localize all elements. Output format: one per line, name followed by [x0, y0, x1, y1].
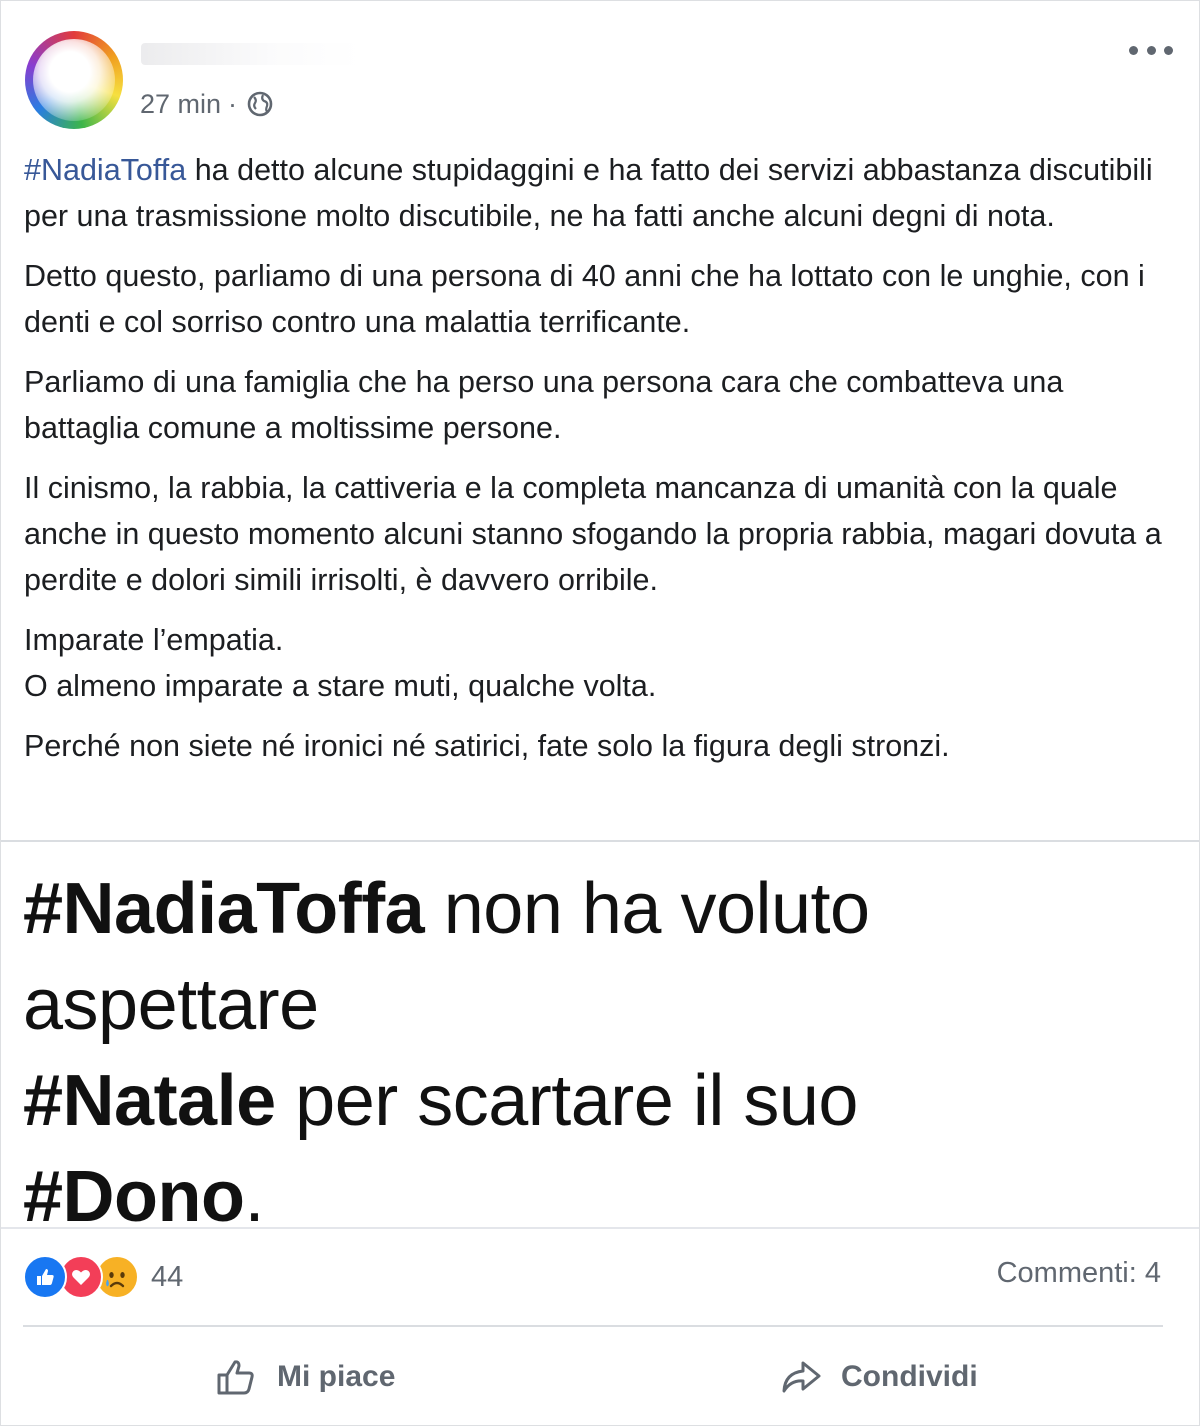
like-reaction-icon	[23, 1255, 67, 1299]
dot	[1129, 45, 1138, 55]
author-name-redacted[interactable]	[141, 43, 361, 65]
dot	[1164, 45, 1173, 55]
paragraph-text: ha detto alcune stupidaggini e ha fatto …	[24, 153, 1153, 233]
paragraph-line: Imparate l’empatia.	[24, 623, 284, 657]
divider	[1, 840, 1199, 842]
post-paragraph: Detto questo, parliamo di una persona di…	[24, 259, 1145, 339]
globe-icon[interactable]	[245, 89, 275, 119]
share-arrow-icon	[782, 1361, 821, 1393]
post-paragraph: Perché non siete né ironici né satirici,…	[24, 729, 950, 763]
image-text-part: .	[244, 1157, 264, 1237]
share-label: Condividi	[841, 1360, 978, 1393]
image-text-part: per scartare il suo	[275, 1061, 858, 1141]
avatar-blur	[33, 39, 115, 121]
divider	[23, 1325, 1163, 1327]
post-paragraph: Imparate l’empatia. O almeno imparate a s…	[24, 617, 1174, 709]
post-card: 27 min · #NadiaToffa ha detto alcune stu…	[0, 0, 1200, 1426]
image-hashtag: #Natale	[23, 1061, 276, 1141]
post-paragraph: Parliamo di una famiglia che ha perso un…	[24, 365, 1064, 445]
post-timestamp[interactable]: 27 min	[140, 89, 221, 120]
meta-separator: ·	[228, 88, 238, 119]
post-meta: 27 min ·	[140, 87, 275, 121]
share-button[interactable]: Condividi	[779, 1347, 978, 1407]
thumbs-up-icon	[217, 1360, 254, 1395]
hashtag-link[interactable]: #NadiaToffa	[24, 153, 186, 187]
dot	[1146, 45, 1156, 55]
paragraph-line: O almeno imparate a stare muti, qualche …	[24, 669, 657, 703]
more-options-icon[interactable]	[1129, 35, 1173, 65]
reactions-count[interactable]: 44	[151, 1261, 183, 1294]
post-image[interactable]: #NadiaToffa non ha voluto aspettare #Nat…	[23, 861, 1183, 1245]
author-avatar[interactable]	[25, 31, 123, 129]
like-label: Mi piace	[277, 1360, 396, 1393]
post-paragraph: #NadiaToffa ha detto alcune stupidaggini…	[24, 147, 1174, 239]
comments-count[interactable]: Commenti: 4	[997, 1257, 1161, 1290]
reactions-summary[interactable]: 44	[23, 1255, 183, 1299]
image-hashtag: #Dono	[23, 1157, 245, 1237]
divider	[1, 1227, 1199, 1229]
image-hashtag: #NadiaToffa	[23, 869, 425, 949]
post-paragraph: Il cinismo, la rabbia, la cattiveria e l…	[24, 471, 1162, 597]
post-body: #NadiaToffa ha detto alcune stupidaggini…	[24, 147, 1174, 783]
like-button[interactable]: Mi piace	[215, 1347, 395, 1407]
